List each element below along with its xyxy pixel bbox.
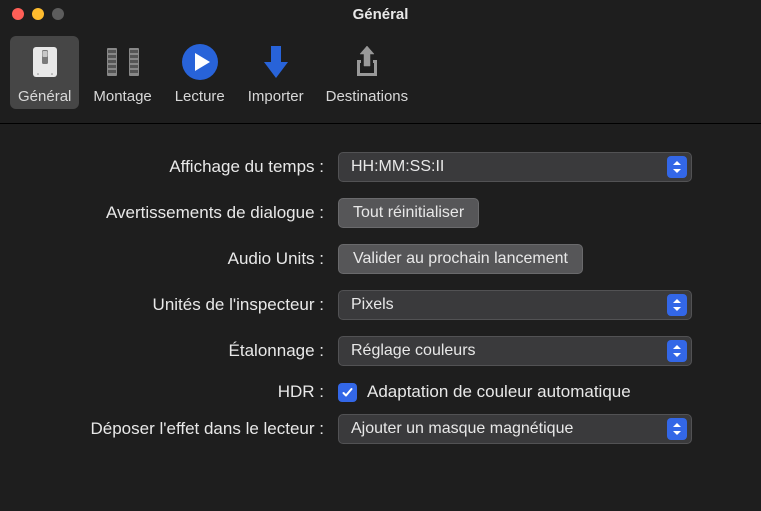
share-icon bbox=[345, 40, 389, 84]
minimize-button[interactable] bbox=[32, 8, 44, 20]
window-controls bbox=[12, 8, 64, 20]
drop-effect-row: Déposer l'effet dans le lecteur : Ajoute… bbox=[12, 414, 733, 444]
tab-label: Destinations bbox=[326, 88, 409, 105]
play-icon bbox=[178, 40, 222, 84]
updown-arrows-icon bbox=[667, 340, 687, 362]
window-title: Général bbox=[353, 6, 409, 23]
dialog-warnings-row: Avertissements de dialogue : Tout réinit… bbox=[12, 198, 733, 228]
import-icon bbox=[254, 40, 298, 84]
select-value: Ajouter un masque magnétique bbox=[351, 420, 667, 438]
editing-icon bbox=[101, 40, 145, 84]
drop-effect-select[interactable]: Ajouter un masque magnétique bbox=[338, 414, 692, 444]
tab-label: Lecture bbox=[175, 88, 225, 105]
general-icon bbox=[23, 40, 67, 84]
tab-destinations[interactable]: Destinations bbox=[318, 36, 417, 109]
tab-general[interactable]: Général bbox=[10, 36, 79, 109]
reset-all-button[interactable]: Tout réinitialiser bbox=[338, 198, 479, 228]
inspector-units-label: Unités de l'inspecteur : bbox=[12, 295, 324, 315]
updown-arrows-icon bbox=[667, 294, 687, 316]
tab-editing[interactable]: Montage bbox=[85, 36, 159, 109]
color-correction-select[interactable]: Réglage couleurs bbox=[338, 336, 692, 366]
settings-pane: Affichage du temps : HH:MM:SS:II Avertis… bbox=[0, 124, 761, 488]
preferences-toolbar: Général Montage bbox=[0, 28, 761, 124]
select-value: HH:MM:SS:II bbox=[351, 158, 667, 176]
inspector-units-row: Unités de l'inspecteur : Pixels bbox=[12, 290, 733, 320]
audio-units-row: Audio Units : Valider au prochain lancem… bbox=[12, 244, 733, 274]
tab-label: Importer bbox=[248, 88, 304, 105]
select-value: Réglage couleurs bbox=[351, 342, 667, 360]
time-display-select[interactable]: HH:MM:SS:II bbox=[338, 152, 692, 182]
zoom-button[interactable] bbox=[52, 8, 64, 20]
select-value: Pixels bbox=[351, 296, 667, 314]
time-display-label: Affichage du temps : bbox=[12, 157, 324, 177]
window-titlebar: Général bbox=[0, 0, 761, 28]
validate-next-launch-button[interactable]: Valider au prochain lancement bbox=[338, 244, 583, 274]
hdr-row: HDR : Adaptation de couleur automatique bbox=[12, 382, 733, 402]
audio-units-label: Audio Units : bbox=[12, 249, 324, 269]
color-correction-row: Étalonnage : Réglage couleurs bbox=[12, 336, 733, 366]
inspector-units-select[interactable]: Pixels bbox=[338, 290, 692, 320]
hdr-checkbox[interactable] bbox=[338, 383, 357, 402]
tab-label: Montage bbox=[93, 88, 151, 105]
close-button[interactable] bbox=[12, 8, 24, 20]
hdr-checkbox-label: Adaptation de couleur automatique bbox=[367, 382, 631, 402]
updown-arrows-icon bbox=[667, 418, 687, 440]
updown-arrows-icon bbox=[667, 156, 687, 178]
tab-playback[interactable]: Lecture bbox=[166, 36, 234, 109]
button-label: Tout réinitialiser bbox=[353, 204, 464, 222]
tab-import[interactable]: Importer bbox=[240, 36, 312, 109]
button-label: Valider au prochain lancement bbox=[353, 250, 568, 268]
dialog-warnings-label: Avertissements de dialogue : bbox=[12, 203, 324, 223]
color-correction-label: Étalonnage : bbox=[12, 341, 324, 361]
time-display-row: Affichage du temps : HH:MM:SS:II bbox=[12, 152, 733, 182]
hdr-checkbox-row: Adaptation de couleur automatique bbox=[338, 382, 733, 402]
hdr-label: HDR : bbox=[12, 382, 324, 402]
drop-effect-label: Déposer l'effet dans le lecteur : bbox=[12, 419, 324, 439]
tab-label: Général bbox=[18, 88, 71, 105]
